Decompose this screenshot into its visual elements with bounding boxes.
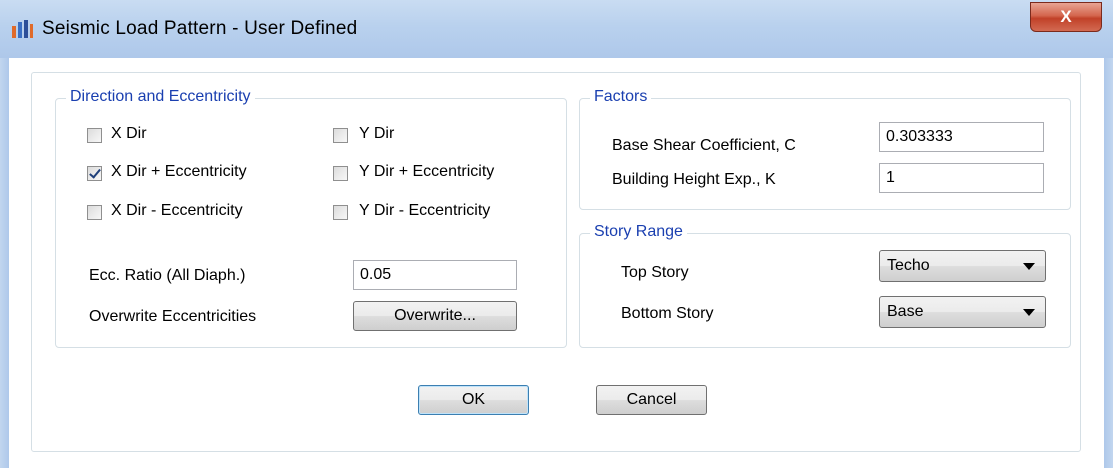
cancel-button[interactable]: Cancel	[596, 385, 707, 415]
bottom-story-dropdown[interactable]: Base	[879, 296, 1046, 328]
overwrite-button[interactable]: Overwrite...	[353, 301, 517, 331]
bottom-story-value: Base	[887, 303, 924, 320]
y-dir-plus-ecc-checkbox[interactable]	[333, 166, 348, 181]
x-dir-minus-ecc-checkbox[interactable]	[87, 205, 102, 220]
top-story-value: Techo	[887, 257, 930, 274]
app-icon	[12, 20, 34, 38]
overwrite-button-label: Overwrite...	[394, 307, 476, 324]
window-title: Seismic Load Pattern - User Defined	[42, 18, 358, 39]
cancel-button-label: Cancel	[626, 391, 677, 408]
x-dir-plus-ecc-checkbox[interactable]	[87, 166, 102, 181]
chevron-down-icon	[1023, 263, 1035, 270]
x-dir-plus-ecc-label: X Dir + Eccentricity	[111, 163, 247, 180]
y-dir-minus-ecc-label: Y Dir - Eccentricity	[359, 202, 491, 219]
overwrite-eccentricities-label: Overwrite Eccentricities	[89, 308, 257, 325]
story-range-group: Story Range Top Story Techo Bottom Story…	[579, 223, 1071, 348]
factors-group: Factors Base Shear Coefficient, C Buildi…	[579, 88, 1071, 210]
top-story-dropdown[interactable]: Techo	[879, 250, 1046, 282]
base-shear-coefficient-input[interactable]	[879, 122, 1044, 152]
direction-eccentricity-group: Direction and Eccentricity X Dir Y Dir X…	[55, 88, 567, 348]
title-bar[interactable]: Seismic Load Pattern - User Defined X	[0, 0, 1113, 59]
base-shear-coefficient-label: Base Shear Coefficient, C	[612, 137, 796, 154]
ok-button[interactable]: OK	[418, 385, 529, 415]
y-dir-checkbox[interactable]	[333, 128, 348, 143]
direction-group-title: Direction and Eccentricity	[66, 88, 255, 106]
x-dir-label: X Dir	[111, 125, 147, 142]
close-icon: X	[1060, 7, 1072, 26]
y-dir-plus-ecc-label: Y Dir + Eccentricity	[359, 163, 495, 180]
y-dir-label: Y Dir	[359, 125, 395, 142]
ecc-ratio-label: Ecc. Ratio (All Diaph.)	[89, 267, 246, 284]
top-story-label: Top Story	[621, 264, 689, 281]
building-height-exp-input[interactable]	[879, 163, 1044, 193]
dialog-body: Direction and Eccentricity X Dir Y Dir X…	[9, 58, 1104, 468]
dialog-window: Seismic Load Pattern - User Defined X Di…	[0, 0, 1113, 468]
ecc-ratio-input[interactable]	[353, 260, 517, 290]
y-dir-minus-ecc-checkbox[interactable]	[333, 205, 348, 220]
window-border-right	[1104, 58, 1113, 468]
window-border-left	[0, 58, 9, 468]
story-range-group-title: Story Range	[590, 223, 687, 241]
bottom-story-label: Bottom Story	[621, 305, 714, 322]
x-dir-minus-ecc-label: X Dir - Eccentricity	[111, 202, 243, 219]
factors-group-title: Factors	[590, 88, 652, 106]
building-height-exp-label: Building Height Exp., K	[612, 171, 776, 188]
close-button[interactable]: X	[1030, 2, 1102, 32]
chevron-down-icon	[1023, 309, 1035, 316]
x-dir-checkbox[interactable]	[87, 128, 102, 143]
ok-button-label: OK	[461, 391, 486, 408]
